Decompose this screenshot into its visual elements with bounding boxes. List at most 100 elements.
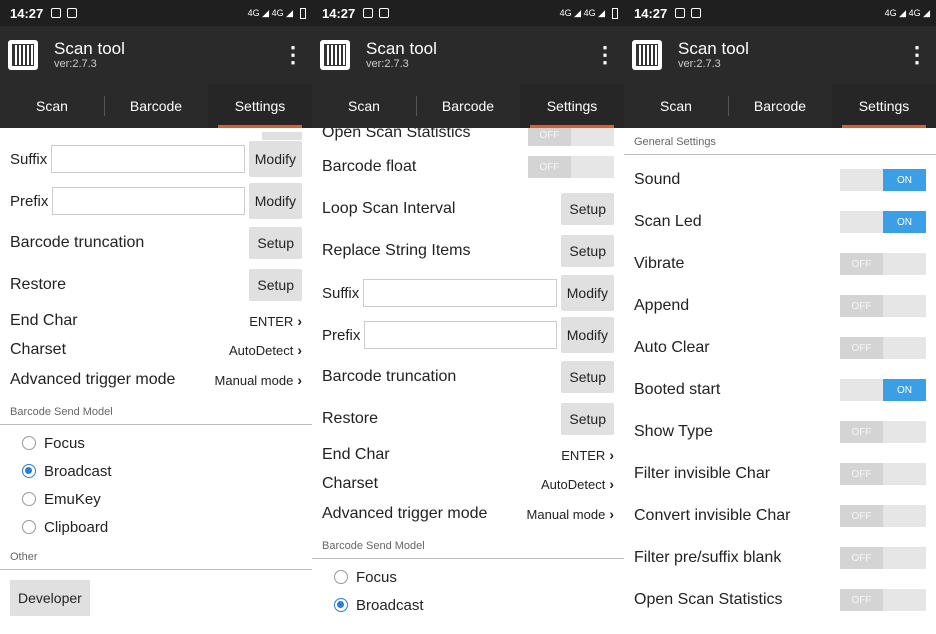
chevron-right-icon: › <box>297 372 302 388</box>
toggle-switch[interactable]: OFF <box>840 337 926 359</box>
prefix-input[interactable] <box>52 187 245 215</box>
toggle-label: Auto Clear <box>634 339 710 356</box>
tab-barcode[interactable]: Barcode <box>416 84 520 128</box>
charset-value: AutoDetect › <box>229 342 302 358</box>
radio-emukey[interactable]: EmuKey <box>0 485 312 513</box>
toggle-switch[interactable]: ON <box>840 211 926 233</box>
toggle-switch[interactable]: OFF <box>840 463 926 485</box>
toggle-switch[interactable]: OFF <box>840 547 926 569</box>
battery-icon <box>612 7 618 19</box>
loop-setup-button[interactable]: Setup <box>561 193 614 225</box>
toggle-label: Filter pre/suffix blank <box>634 549 782 566</box>
charset-row[interactable]: Charset AutoDetect › <box>0 336 312 364</box>
trigger-row[interactable]: Advanced trigger mode Manual mode › <box>0 364 312 396</box>
tab-barcode[interactable]: Barcode <box>104 84 208 128</box>
suffix-row: Suffix Modify <box>0 138 312 180</box>
tab-divider <box>104 96 105 116</box>
restore-row: Restore Setup <box>0 264 312 306</box>
sim-icon <box>379 8 390 18</box>
radio-focus[interactable]: Focus <box>312 563 624 591</box>
tab-bar: Scan Barcode Settings <box>624 84 936 128</box>
toggle-label: Convert invisible Char <box>634 507 791 524</box>
radio-clipboard[interactable]: Clipboard <box>0 513 312 541</box>
barcode-logo-icon <box>320 40 350 70</box>
radio-selected-icon <box>22 464 36 478</box>
end-char-row[interactable]: End Char ENTER › <box>0 306 312 336</box>
radio-icon <box>22 520 36 534</box>
overflow-menu-icon[interactable]: ⋮ <box>594 42 616 68</box>
tab-scan[interactable]: Scan <box>0 84 104 128</box>
app-title: Scan tool <box>678 39 749 58</box>
tab-settings[interactable]: Settings <box>520 84 624 128</box>
network-label: 4G ◢ 4G ◢ <box>559 7 605 18</box>
restore-setup-button[interactable]: Setup <box>561 403 614 435</box>
prefix-row: Prefix Modify <box>312 314 624 356</box>
suffix-modify-button[interactable]: Modify <box>560 275 614 311</box>
toggle-row: Auto Clear OFF <box>624 327 936 369</box>
radio-icon <box>22 436 36 450</box>
charset-row[interactable]: Charset AutoDetect › <box>312 470 624 498</box>
charset-value: AutoDetect › <box>541 476 614 492</box>
end-char-label: End Char <box>322 446 390 463</box>
tab-settings[interactable]: Settings <box>208 84 312 128</box>
prefix-modify-button[interactable]: Modify <box>560 317 614 353</box>
end-char-value: ENTER › <box>249 313 302 329</box>
barcode-logo-icon <box>632 40 662 70</box>
status-time: 14:27 <box>10 5 44 21</box>
toggle-switch[interactable]: OFF <box>840 253 926 275</box>
charset-label: Charset <box>10 341 67 358</box>
restore-label: Restore <box>10 276 67 293</box>
loop-label: Loop Scan Interval <box>322 200 456 217</box>
radio-broadcast[interactable]: Broadcast <box>312 591 624 619</box>
replace-setup-button[interactable]: Setup <box>561 235 614 267</box>
toggle-switch[interactable]: OFF <box>840 421 926 443</box>
toggle-switch[interactable]: OFF <box>840 505 926 527</box>
truncation-setup-button[interactable]: Setup <box>249 227 302 259</box>
restore-setup-button[interactable]: Setup <box>249 269 302 301</box>
toggle-label: Sound <box>634 171 681 188</box>
tab-scan[interactable]: Scan <box>624 84 728 128</box>
truncation-label: Barcode truncation <box>322 368 457 385</box>
prefix-modify-button[interactable]: Modify <box>248 183 302 219</box>
suffix-input[interactable] <box>51 145 245 173</box>
phone-screen-1: 14:27 4G ◢ 4G ◢ Scan tool ver:2.7.3 ⋮ Sc… <box>0 0 312 634</box>
radio-icon <box>334 570 348 584</box>
toggle-switch[interactable]: ON <box>840 169 926 191</box>
end-char-label: End Char <box>10 312 78 329</box>
toggle-switch[interactable]: OFF <box>840 295 926 317</box>
tab-barcode[interactable]: Barcode <box>728 84 832 128</box>
trigger-label: Advanced trigger mode <box>10 371 176 388</box>
radio-broadcast[interactable]: Broadcast <box>0 457 312 485</box>
app-title-block: Scan tool ver:2.7.3 <box>678 39 749 71</box>
truncation-setup-button[interactable]: Setup <box>561 361 614 393</box>
trigger-value: Manual mode › <box>214 372 302 388</box>
end-char-row[interactable]: End Char ENTER › <box>312 440 624 470</box>
toggle-switch[interactable]: ON <box>840 379 926 401</box>
developer-button[interactable]: Developer <box>10 580 90 616</box>
general-settings-header: General Settings <box>624 128 936 155</box>
float-toggle[interactable]: OFF <box>528 156 614 178</box>
toggle-row: Show Type OFF <box>624 411 936 453</box>
open-stats-toggle[interactable]: OFF <box>528 128 614 146</box>
chevron-right-icon: › <box>297 313 302 329</box>
overflow-menu-icon[interactable]: ⋮ <box>282 42 304 68</box>
radio-icon <box>22 492 36 506</box>
suffix-modify-button[interactable]: Modify <box>248 141 302 177</box>
prefix-input[interactable] <box>364 321 557 349</box>
toggle-row: Filter invisible Char OFF <box>624 453 936 495</box>
suffix-input[interactable] <box>363 279 557 307</box>
tab-bar: Scan Barcode Settings <box>312 84 624 128</box>
tab-scan[interactable]: Scan <box>312 84 416 128</box>
toggle-row: Convert invisible Char OFF <box>624 495 936 537</box>
overflow-menu-icon[interactable]: ⋮ <box>906 42 928 68</box>
status-right: 4G ◢ 4G ◢ <box>248 7 306 19</box>
toggle-row: Sound ON <box>624 159 936 201</box>
prefix-row: Prefix Modify <box>0 180 312 222</box>
trigger-row[interactable]: Advanced trigger mode Manual mode › <box>312 498 624 530</box>
truncation-row: Barcode truncation Setup <box>312 356 624 398</box>
radio-focus[interactable]: Focus <box>0 429 312 457</box>
toggle-label: Open Scan Statistics <box>634 591 783 608</box>
toggle-switch[interactable]: OFF <box>840 589 926 611</box>
open-stats-label: Open Scan Statistics <box>322 128 471 141</box>
tab-settings[interactable]: Settings <box>832 84 936 128</box>
